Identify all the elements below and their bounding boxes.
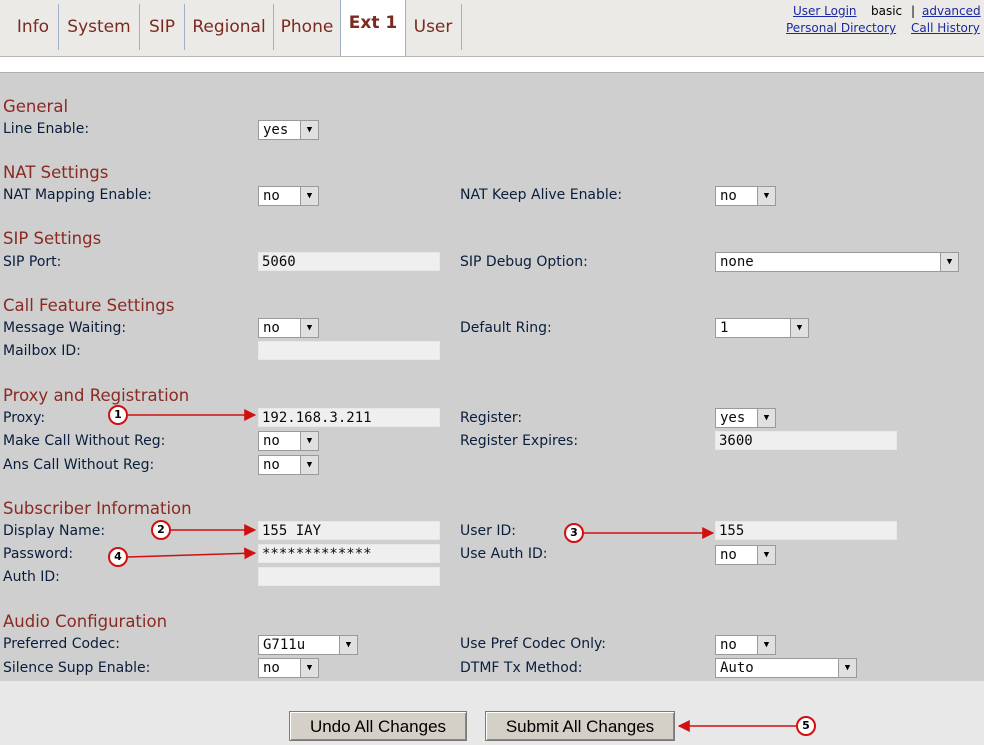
- sip-debug-option-label: SIP Debug Option:: [460, 254, 588, 270]
- callout-badge-2: 2: [151, 520, 171, 540]
- section-call-feature-settings: Call Feature Settings: [3, 296, 175, 315]
- tab-system[interactable]: System: [59, 4, 140, 50]
- ans-call-without-reg-select[interactable]: no ▼: [258, 455, 319, 475]
- message-waiting-select[interactable]: no ▼: [258, 318, 319, 338]
- tab-ext-1[interactable]: Ext 1: [340, 0, 406, 56]
- nat-keep-alive-enable-select[interactable]: no ▼: [715, 186, 776, 206]
- nat-mapping-enable-select[interactable]: no ▼: [258, 186, 319, 206]
- callout-badge-1: 1: [108, 405, 128, 425]
- chevron-down-icon: ▼: [757, 546, 775, 564]
- chevron-down-icon: ▼: [300, 432, 318, 450]
- sip-port-label: SIP Port:: [3, 254, 62, 270]
- register-expires-input[interactable]: 3600: [715, 431, 897, 450]
- section-proxy-registration: Proxy and Registration: [3, 386, 190, 405]
- tab-bar: Info System SIP Regional Phone Ext 1 Use…: [0, 0, 984, 57]
- undo-all-changes-button[interactable]: Undo All Changes: [289, 711, 467, 741]
- register-label: Register:: [460, 410, 523, 426]
- chevron-down-icon: ▼: [757, 636, 775, 654]
- make-call-without-reg-select[interactable]: no ▼: [258, 431, 319, 451]
- auth-id-input[interactable]: [258, 567, 440, 586]
- register-select[interactable]: yes ▼: [715, 408, 776, 428]
- chevron-down-icon: ▼: [838, 659, 856, 677]
- dtmf-tx-method-select[interactable]: Auto ▼: [715, 658, 857, 678]
- header-band: [0, 57, 984, 73]
- chevron-down-icon: ▼: [757, 187, 775, 205]
- chevron-down-icon: ▼: [300, 659, 318, 677]
- dtmf-tx-method-label: DTMF Tx Method:: [460, 660, 583, 676]
- chevron-down-icon: ▼: [757, 409, 775, 427]
- sip-debug-option-select[interactable]: none ▼: [715, 252, 959, 272]
- callout-badge-4: 4: [108, 547, 128, 567]
- make-call-without-reg-label: Make Call Without Reg:: [3, 433, 166, 449]
- use-pref-codec-only-label: Use Pref Codec Only:: [460, 636, 606, 652]
- use-pref-codec-only-select[interactable]: no ▼: [715, 635, 776, 655]
- tab-regional[interactable]: Regional: [185, 4, 274, 50]
- line-enable-select[interactable]: yes ▼: [258, 120, 319, 140]
- section-nat-settings: NAT Settings: [3, 163, 109, 182]
- use-auth-id-select[interactable]: no ▼: [715, 545, 776, 565]
- link-separator: |: [911, 4, 916, 18]
- register-expires-label: Register Expires:: [460, 433, 579, 449]
- tab-phone[interactable]: Phone: [274, 4, 341, 50]
- default-ring-label: Default Ring:: [460, 320, 552, 336]
- chevron-down-icon: ▼: [300, 187, 318, 205]
- chevron-down-icon: ▼: [300, 121, 318, 139]
- mailbox-id-label: Mailbox ID:: [3, 343, 81, 359]
- chevron-down-icon: ▼: [790, 319, 808, 337]
- tab-info[interactable]: Info: [8, 4, 59, 50]
- default-ring-select[interactable]: 1 ▼: [715, 318, 809, 338]
- silence-supp-enable-select[interactable]: no ▼: [258, 658, 319, 678]
- basic-label: basic: [871, 4, 903, 18]
- line-enable-label: Line Enable:: [3, 121, 90, 137]
- tab-sip[interactable]: SIP: [140, 4, 185, 50]
- advanced-link[interactable]: advanced: [922, 4, 981, 18]
- section-general: General: [3, 97, 69, 116]
- mailbox-id-input[interactable]: [258, 341, 440, 360]
- user-id-label: User ID:: [460, 523, 516, 539]
- user-login-link[interactable]: User Login: [793, 4, 857, 18]
- submit-all-changes-button[interactable]: Submit All Changes: [485, 711, 675, 741]
- settings-panel: [0, 73, 984, 681]
- use-auth-id-label: Use Auth ID:: [460, 546, 548, 562]
- proxy-label: Proxy:: [3, 410, 46, 426]
- message-waiting-label: Message Waiting:: [3, 320, 127, 336]
- silence-supp-enable-label: Silence Supp Enable:: [3, 660, 151, 676]
- chevron-down-icon: ▼: [940, 253, 958, 271]
- auth-id-label: Auth ID:: [3, 569, 60, 585]
- preferred-codec-label: Preferred Codec:: [3, 636, 120, 652]
- user-id-input[interactable]: 155: [715, 521, 897, 540]
- display-name-input[interactable]: 155 IAY: [258, 521, 440, 540]
- password-label: Password:: [3, 546, 74, 562]
- chevron-down-icon: ▼: [300, 456, 318, 474]
- section-sip-settings: SIP Settings: [3, 229, 102, 248]
- personal-directory-link[interactable]: Personal Directory: [786, 21, 896, 35]
- section-audio-configuration: Audio Configuration: [3, 612, 168, 631]
- callout-badge-5: 5: [796, 716, 816, 736]
- nat-mapping-enable-label: NAT Mapping Enable:: [3, 187, 152, 203]
- call-history-link[interactable]: Call History: [911, 21, 980, 35]
- chevron-down-icon: ▼: [339, 636, 357, 654]
- nat-keep-alive-enable-label: NAT Keep Alive Enable:: [460, 187, 623, 203]
- proxy-input[interactable]: 192.168.3.211: [258, 408, 440, 427]
- chevron-down-icon: ▼: [300, 319, 318, 337]
- display-name-label: Display Name:: [3, 523, 106, 539]
- preferred-codec-select[interactable]: G711u ▼: [258, 635, 358, 655]
- password-input[interactable]: *************: [258, 544, 440, 563]
- ans-call-without-reg-label: Ans Call Without Reg:: [3, 457, 155, 473]
- callout-badge-3: 3: [564, 523, 584, 543]
- section-subscriber-information: Subscriber Information: [3, 499, 192, 518]
- sip-port-input[interactable]: 5060: [258, 252, 440, 271]
- tab-user[interactable]: User: [405, 4, 462, 50]
